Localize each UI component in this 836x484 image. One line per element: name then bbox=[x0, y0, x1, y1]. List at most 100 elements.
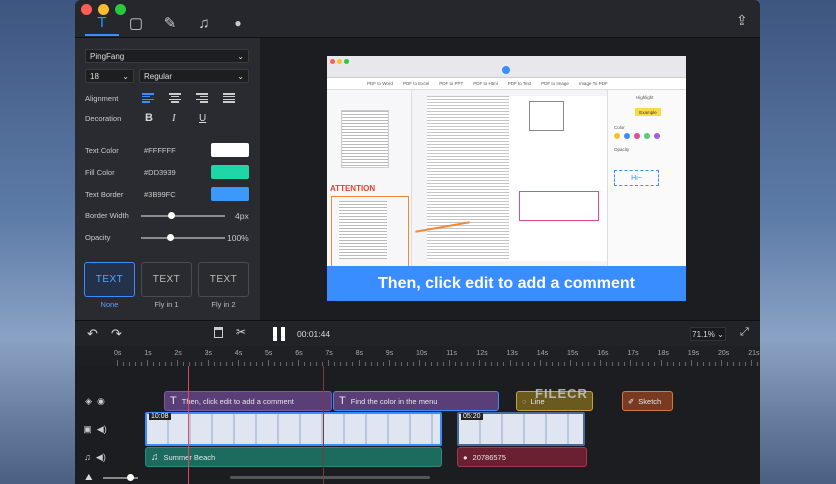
thumbnail-icon[interactable]: ⛰ bbox=[85, 472, 93, 483]
weight-select[interactable]: Regular ⌄ bbox=[139, 69, 249, 83]
example-swatch[interactable]: Example bbox=[635, 108, 661, 116]
ruler-tick-label: 19s bbox=[687, 350, 700, 357]
pause-icon[interactable] bbox=[281, 327, 285, 341]
font-select[interactable]: PingFang ⌄ bbox=[85, 49, 249, 63]
tab-shape[interactable]: ▢ bbox=[119, 10, 153, 36]
bold-button[interactable]: B bbox=[145, 112, 172, 124]
volume-icon[interactable]: ◀) bbox=[96, 452, 106, 463]
italic-button[interactable]: I bbox=[172, 112, 199, 124]
preview-frame[interactable]: PDF to Word PDF to Excel PDF to PPT PDF … bbox=[327, 56, 686, 301]
opacity-title: Opacity bbox=[614, 147, 630, 152]
tab-pen[interactable]: ✎ bbox=[153, 10, 187, 36]
text-clip-label: Then, click edit to add a comment bbox=[181, 396, 294, 406]
pdf-page bbox=[427, 96, 607, 261]
caption-banner: Then, click edit to add a comment bbox=[327, 266, 686, 301]
music-note-icon[interactable]: ♫ bbox=[84, 452, 91, 462]
anim-none[interactable]: TEXT bbox=[84, 262, 135, 297]
text-track-header: ◈ ◉ bbox=[75, 388, 115, 414]
align-justify-icon[interactable] bbox=[223, 93, 235, 103]
border-width-knob[interactable] bbox=[168, 212, 175, 219]
time-ruler[interactable]: 0s 1s 2s 3s 4s 5s 6s 7s 8s 9s 10s 11s 12s 13s 14s 15s 16… bbox=[114, 346, 760, 366]
audio-clip[interactable]: ● 20786575 bbox=[457, 447, 587, 467]
weight-value: Regular bbox=[144, 71, 173, 81]
fill-color-value[interactable]: #DD3939 bbox=[144, 168, 211, 177]
convert-item[interactable]: PDF to Html bbox=[473, 81, 498, 86]
zoom-slider[interactable] bbox=[103, 474, 138, 481]
text-color-value[interactable]: #FFFFFF bbox=[144, 146, 211, 155]
ruler-tick-label: 9s bbox=[385, 350, 394, 357]
video-clip[interactable]: 05:20 bbox=[457, 412, 585, 446]
text-border-value[interactable]: #3B99FC bbox=[144, 190, 211, 199]
shape-clip[interactable]: ✐ Sketch bbox=[622, 391, 673, 411]
align-center-icon[interactable] bbox=[169, 93, 181, 103]
anim-fly1-label: TEXT bbox=[152, 274, 181, 285]
playhead[interactable] bbox=[188, 366, 189, 484]
tab-music[interactable]: ♫ bbox=[187, 10, 221, 36]
convert-item[interactable]: Image To PDF bbox=[579, 81, 608, 86]
opacity-knob[interactable] bbox=[167, 234, 174, 241]
shape-clip-label: Sketch bbox=[638, 396, 662, 406]
tool-tabs: T ▢ ✎ ♫ ● bbox=[85, 10, 255, 36]
align-right-icon[interactable] bbox=[196, 93, 208, 103]
delete-icon[interactable] bbox=[214, 327, 223, 338]
export-icon[interactable]: ⇪ bbox=[736, 12, 752, 28]
layers-icon[interactable]: ◈ bbox=[85, 396, 92, 407]
audio-clip-label: Summer Beach bbox=[163, 452, 216, 462]
opacity-label: Opacity bbox=[85, 233, 111, 242]
pause-icon[interactable] bbox=[273, 327, 277, 341]
text-clip[interactable]: T Then, click edit to add a comment bbox=[164, 391, 332, 411]
redo-icon[interactable]: ↷ bbox=[111, 326, 122, 342]
convert-item[interactable]: PDF to PPT bbox=[439, 81, 463, 86]
text-color-swatch[interactable] bbox=[211, 143, 249, 157]
audio-clip[interactable]: ♫ Summer Beach bbox=[145, 447, 442, 467]
music-icon: ♫ bbox=[198, 14, 210, 32]
anim-fly2-name: Fly in 2 bbox=[211, 300, 236, 309]
text-clip[interactable]: T Find the color in the menu bbox=[333, 391, 499, 411]
ruler-tick-label: 2s bbox=[174, 350, 182, 357]
border-width-label: Border Width bbox=[85, 211, 129, 220]
underline-button[interactable]: U bbox=[199, 113, 206, 124]
ruler-tick-label: 7s bbox=[325, 350, 333, 357]
cut-icon[interactable]: ✂ bbox=[236, 325, 246, 339]
zoom-select[interactable]: 71.1% ⌄ bbox=[690, 327, 726, 341]
ruler-tick-label: 11s bbox=[446, 350, 457, 357]
text-border-swatch[interactable] bbox=[211, 187, 249, 201]
mic-icon: ● bbox=[463, 452, 468, 462]
convert-item[interactable]: PDF to Word bbox=[367, 81, 393, 86]
ruler-tick-label: 15s bbox=[567, 350, 579, 357]
anim-fly-in-2[interactable]: TEXT bbox=[198, 262, 249, 297]
tab-text[interactable]: T bbox=[85, 10, 119, 36]
fill-color-swatch[interactable] bbox=[211, 165, 249, 179]
undo-icon[interactable]: ↶ bbox=[87, 326, 98, 342]
pdf-toolbar bbox=[327, 56, 686, 78]
ruler-tick-label: 14s bbox=[536, 350, 549, 357]
eye-icon[interactable]: ◉ bbox=[97, 396, 105, 407]
convert-item[interactable]: PDF to Image bbox=[541, 81, 569, 86]
marker-line bbox=[323, 366, 324, 484]
line-icon: ◌ bbox=[522, 396, 527, 406]
zoom-knob[interactable] bbox=[127, 474, 134, 481]
opacity-value: 100% bbox=[227, 233, 249, 243]
audio-clip-label: 20786575 bbox=[472, 452, 506, 462]
opacity-slider[interactable] bbox=[141, 234, 225, 241]
anim-fly-in-1[interactable]: TEXT bbox=[141, 262, 192, 297]
convert-item[interactable]: PDF to Text bbox=[508, 81, 531, 86]
size-select[interactable]: 18 ⌄ bbox=[85, 69, 134, 83]
horizontal-scrollbar[interactable] bbox=[230, 476, 430, 479]
anim-none-name: None bbox=[100, 300, 119, 309]
ruler-tick-label: 17s bbox=[627, 350, 639, 357]
video-duration: 10:08 bbox=[149, 413, 171, 420]
ruler-tick-label: 3s bbox=[204, 350, 212, 357]
border-width-slider[interactable] bbox=[141, 212, 225, 219]
align-left-icon[interactable] bbox=[142, 93, 154, 103]
volume-icon[interactable]: ◀) bbox=[97, 424, 107, 435]
convert-item[interactable]: PDF to Excel bbox=[403, 81, 429, 86]
tab-mic[interactable]: ● bbox=[221, 10, 255, 36]
video-icon[interactable]: ▣ bbox=[83, 424, 92, 435]
fullscreen-icon[interactable]: ⤢ bbox=[740, 326, 749, 339]
text-border-label: Text Border bbox=[85, 189, 124, 199]
video-clip[interactable]: 10:08 bbox=[145, 412, 442, 446]
ruler-tick-label: 6s bbox=[295, 350, 303, 357]
anim-none-label: TEXT bbox=[95, 274, 124, 285]
page-thumbnail[interactable] bbox=[341, 110, 389, 168]
